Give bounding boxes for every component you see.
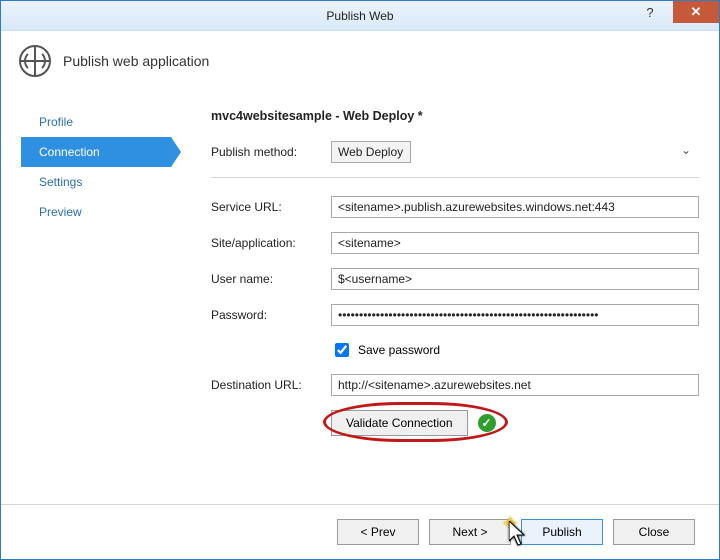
dialog-subtitle: Publish web application [63, 53, 209, 69]
publish-button[interactable]: Publish [521, 519, 603, 545]
validate-row: Validate Connection ✓ [331, 410, 699, 436]
divider [211, 177, 699, 178]
close-window-button[interactable]: ✕ [673, 1, 719, 23]
save-password-checkbox[interactable] [335, 343, 349, 357]
service-url-label: Service URL: [211, 200, 331, 214]
help-button[interactable]: ? [627, 1, 673, 23]
nav-settings[interactable]: Settings [21, 167, 171, 197]
site-app-label: Site/application: [211, 236, 331, 250]
nav-connection[interactable]: Connection [21, 137, 171, 167]
nav-profile[interactable]: Profile [21, 107, 171, 137]
prev-button[interactable]: < Prev [337, 519, 419, 545]
destination-url-label: Destination URL: [211, 378, 331, 392]
username-input[interactable] [331, 268, 699, 290]
window-title: Publish Web [326, 9, 393, 23]
window-controls: ? ✕ [627, 1, 719, 23]
success-check-icon: ✓ [478, 414, 496, 432]
wizard-nav: Profile Connection Settings Preview [21, 97, 171, 504]
password-label: Password: [211, 308, 331, 322]
dialog-header: Publish web application [1, 31, 719, 87]
titlebar: Publish Web ? ✕ [1, 1, 719, 31]
globe-icon [19, 45, 51, 77]
publish-method-select[interactable]: Web Deploy [331, 141, 411, 163]
dialog-body: Profile Connection Settings Preview mvc4… [1, 87, 719, 504]
password-input[interactable] [331, 304, 699, 326]
nav-preview[interactable]: Preview [21, 197, 171, 227]
next-button[interactable]: Next > [429, 519, 511, 545]
publish-method-label: Publish method: [211, 145, 331, 159]
validate-connection-button[interactable]: Validate Connection [331, 410, 468, 436]
site-app-input[interactable] [331, 232, 699, 254]
connection-panel: mvc4websitesample - Web Deploy * Publish… [171, 97, 699, 504]
dialog-footer: < Prev Next > Publish Close [1, 504, 719, 559]
save-password-label: Save password [358, 343, 440, 357]
close-button[interactable]: Close [613, 519, 695, 545]
username-label: User name: [211, 272, 331, 286]
destination-url-input[interactable] [331, 374, 699, 396]
service-url-input[interactable] [331, 196, 699, 218]
publish-web-dialog: Publish Web ? ✕ Publish web application … [0, 0, 720, 560]
profile-heading: mvc4websitesample - Web Deploy * [211, 109, 699, 123]
